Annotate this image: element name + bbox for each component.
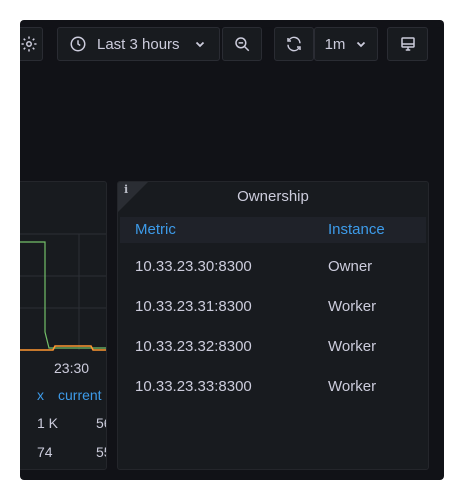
chevron-down-icon [357, 41, 366, 48]
column-header-instance[interactable]: Instance [328, 221, 385, 238]
monitor-icon [400, 37, 415, 51]
legend-max-value: 74 [37, 444, 53, 460]
x-axis-tick: 23:30 [54, 360, 90, 376]
legend-max-value: 1 K [37, 415, 59, 431]
table-row: 10.33.23.31:8300 Worker [118, 288, 428, 328]
time-range-picker[interactable]: Last 3 hours [57, 27, 220, 61]
table-row: 10.33.23.30:8300 Owner [118, 248, 428, 288]
metric-cell: 10.33.23.31:8300 [135, 298, 252, 315]
table-row: 10.33.23.33:8300 Worker [118, 368, 428, 408]
instance-cell: Worker [328, 338, 377, 355]
legend-current-value: 55 [96, 444, 106, 460]
dashboard-settings-button[interactable] [20, 27, 43, 61]
legend-current-value: 56 [96, 415, 106, 431]
ownership-table-panel: i Ownership Metric Instance 10.33.23.30:… [117, 181, 429, 470]
column-header-metric[interactable]: Metric [135, 221, 176, 238]
chevron-down-icon [195, 41, 204, 48]
dashboard-viewport: Last 3 hours 1m 23:30 x current 1 K 5 74… [20, 20, 444, 480]
instance-cell: Worker [328, 378, 377, 395]
table-header: Metric Instance [120, 217, 426, 243]
metric-cell: 10.33.23.32:8300 [135, 338, 252, 355]
metric-cell: 10.33.23.33:8300 [135, 378, 252, 395]
graph-plot-area [20, 233, 106, 351]
refresh-interval-picker[interactable]: 1m [314, 27, 378, 61]
graph-panel: 23:30 x current 1 K 56 74 55 [20, 181, 107, 470]
time-range-label: Last 3 hours [97, 35, 180, 53]
gear-icon [21, 36, 37, 52]
refresh-icon [287, 36, 301, 52]
clock-icon [70, 36, 86, 52]
zoom-out-icon [235, 37, 250, 52]
refresh-interval-label: 1m [324, 35, 346, 53]
table-row: 10.33.23.32:8300 Worker [118, 328, 428, 368]
tv-mode-button[interactable] [387, 27, 428, 61]
series-line-green [20, 241, 106, 349]
panel-title[interactable]: Ownership [118, 188, 428, 205]
instance-cell: Owner [328, 258, 373, 275]
legend-header-max[interactable]: x [37, 387, 44, 403]
refresh-button[interactable] [274, 27, 314, 61]
instance-cell: Worker [328, 298, 377, 315]
legend-header-current[interactable]: current [58, 387, 102, 403]
metric-cell: 10.33.23.30:8300 [135, 258, 252, 275]
zoom-out-button[interactable] [222, 27, 262, 61]
